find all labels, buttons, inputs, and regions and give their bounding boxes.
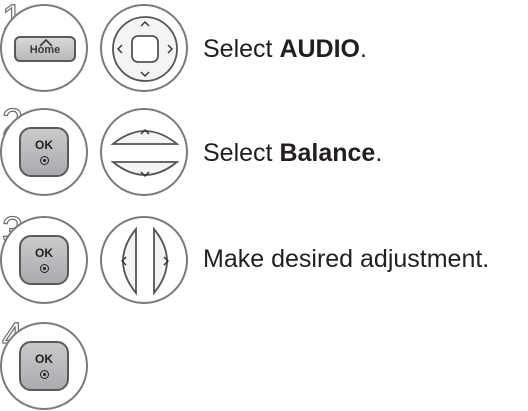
- ok-button-circle: OK: [0, 322, 88, 410]
- nav-leftright-circle: [100, 216, 188, 304]
- ok-dot-icon: [40, 370, 49, 379]
- nav-4way-pad[interactable]: [110, 14, 180, 84]
- nav-leftright-pad[interactable]: [110, 226, 180, 296]
- ok-label: OK: [35, 352, 53, 366]
- step-1-instruction: Select AUDIO.: [203, 35, 367, 63]
- nav-4way-circle: [100, 4, 188, 92]
- ok-dot-icon: [40, 156, 49, 165]
- nav-updown-circle: [100, 108, 188, 196]
- ok-button[interactable]: OK: [19, 127, 69, 177]
- home-button-circle: Home: [0, 4, 88, 92]
- ok-dot-icon: [40, 264, 49, 273]
- ok-button-circle: OK: [0, 108, 88, 196]
- step-2-instruction: Select Balance.: [203, 139, 383, 167]
- step-3-instruction: Make desired adjustment.: [203, 245, 490, 273]
- home-label: Home: [29, 44, 61, 56]
- ok-button[interactable]: OK: [19, 341, 69, 391]
- home-button[interactable]: Home: [14, 36, 76, 62]
- nav-updown-pad[interactable]: [110, 118, 180, 188]
- ok-button[interactable]: OK: [19, 235, 69, 285]
- ok-label: OK: [35, 138, 53, 152]
- ok-button-circle: OK: [0, 216, 88, 304]
- ok-label: OK: [35, 246, 53, 260]
